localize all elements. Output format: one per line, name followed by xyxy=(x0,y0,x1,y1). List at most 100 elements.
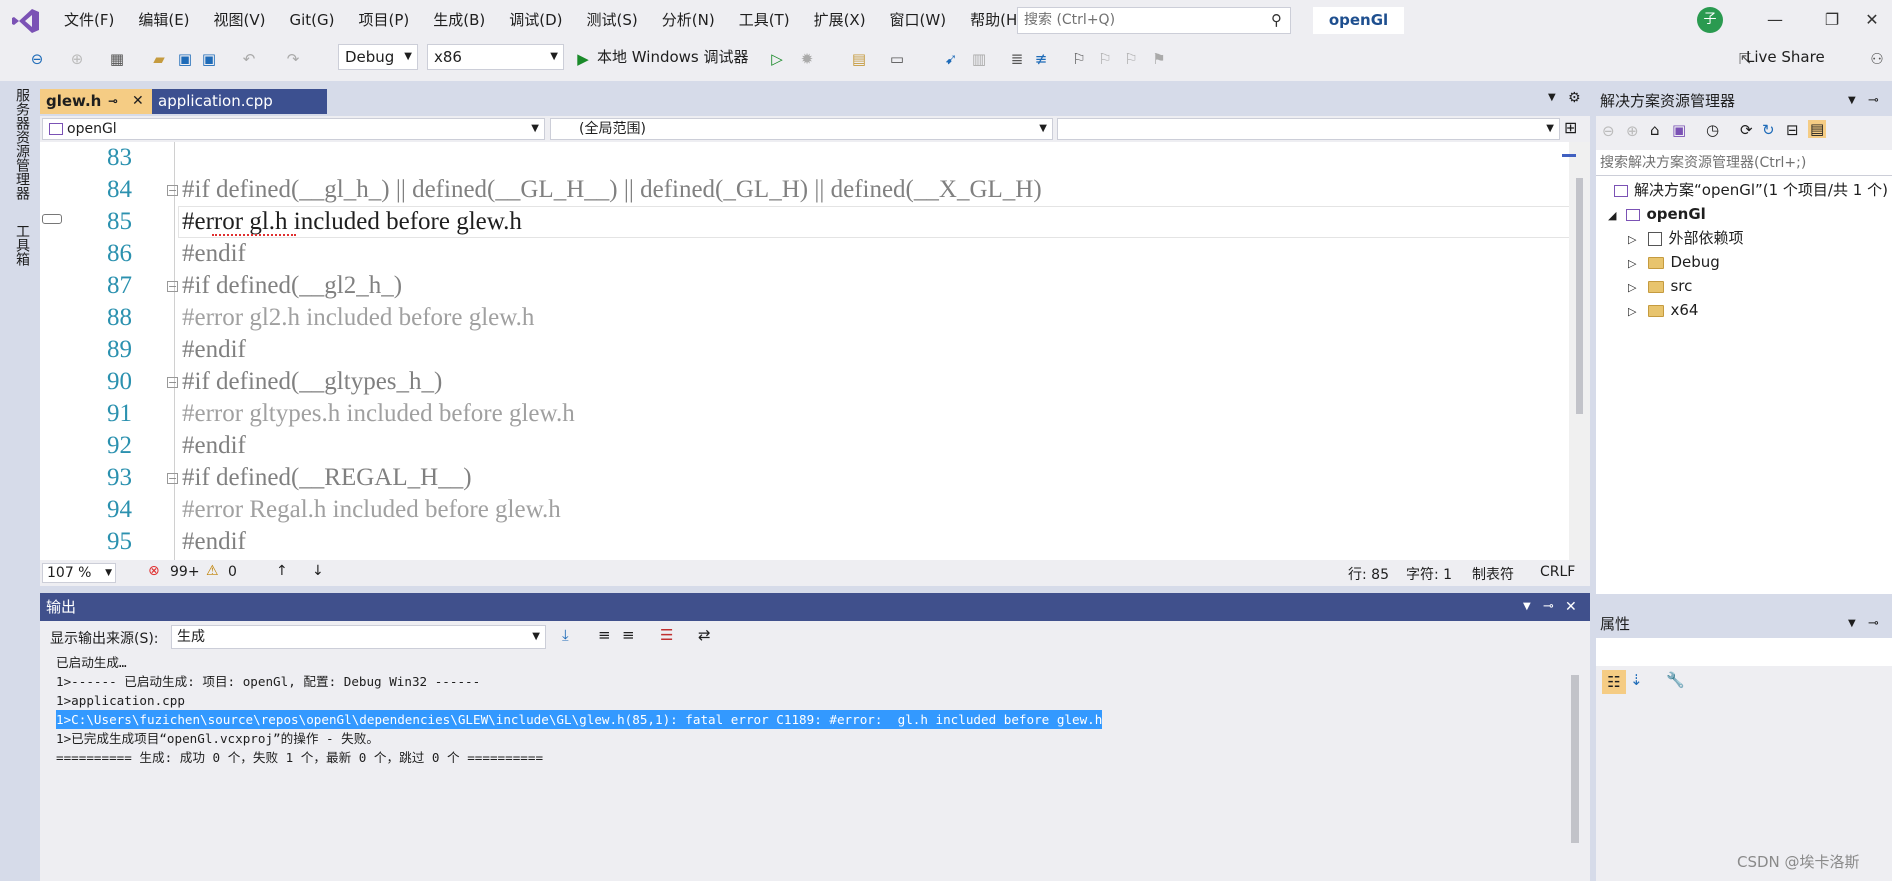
fold-toggle-icon[interactable]: − xyxy=(167,185,178,196)
error-count[interactable]: 99+ xyxy=(170,564,200,580)
chevron-down-icon[interactable]: ▼ xyxy=(1848,610,1856,638)
gear-icon[interactable]: ⚙ xyxy=(1568,90,1581,106)
collapsed-arrow-icon[interactable]: ▷ xyxy=(1628,233,1636,246)
menu-view[interactable]: 视图(V) xyxy=(202,0,278,40)
pin-icon[interactable]: ⊸ xyxy=(1868,88,1879,114)
split-editor-icon[interactable]: ⊞ xyxy=(1564,118,1577,137)
toolbox-tab[interactable]: 工具箱 xyxy=(10,224,32,266)
menu-build[interactable]: 生成(B) xyxy=(421,0,497,40)
format-icon[interactable]: ▥ xyxy=(968,48,990,70)
collapsed-arrow-icon[interactable]: ▷ xyxy=(1628,305,1636,318)
menu-git[interactable]: Git(G) xyxy=(278,0,347,40)
uncomment-icon[interactable]: ≢ xyxy=(1030,48,1052,70)
bookmark-icon[interactable]: ⚐ xyxy=(1068,48,1090,70)
pin-icon[interactable]: ⊸ xyxy=(108,89,118,114)
output-text-area[interactable]: 已启动生成… 1>------ 已启动生成: 项目: openGl, 配置: D… xyxy=(40,653,1590,881)
alphabetical-icon[interactable]: ⇣ xyxy=(1630,671,1643,689)
comment-icon[interactable]: ≣ xyxy=(1006,48,1028,70)
output-line-selected[interactable]: 1>C:\Users\fuzichen\source\repos\openGl\… xyxy=(56,710,1103,729)
close-icon[interactable]: ✕ xyxy=(1565,593,1577,621)
start-debug-icon[interactable]: ▶ xyxy=(572,48,594,70)
close-tab-icon[interactable]: ✕ xyxy=(132,89,144,114)
cursor-icon[interactable]: ➹ xyxy=(940,48,962,70)
config-select[interactable]: Debug ▼ xyxy=(338,44,418,70)
warning-count[interactable]: 0 xyxy=(228,564,237,580)
find-message-icon[interactable]: ⤓ xyxy=(562,626,569,644)
next-message-icon[interactable]: ≡ xyxy=(622,626,635,644)
menu-window[interactable]: 窗口(W) xyxy=(878,0,959,40)
prev-message-icon[interactable]: ≡ xyxy=(598,626,611,644)
menu-extensions[interactable]: 扩展(X) xyxy=(802,0,878,40)
line-indicator[interactable]: 行: 85 xyxy=(1348,564,1389,584)
pending-changes-icon[interactable]: ◷ xyxy=(1706,121,1719,139)
code-editor[interactable]: 83 84 85 86 87 88 89 90 91 92 93 94 95 −… xyxy=(40,142,1570,560)
sync-icon[interactable]: ⟳ xyxy=(1740,121,1753,139)
forward-icon[interactable]: ⊕ xyxy=(1626,122,1639,140)
properties-object-select[interactable] xyxy=(1596,638,1892,666)
show-all-files-icon[interactable]: ▤ xyxy=(1808,120,1827,138)
platform-select[interactable]: x86 ▼ xyxy=(427,44,564,70)
tree-item-src[interactable]: ▷ src xyxy=(1628,274,1692,300)
clear-bookmarks-icon[interactable]: ⚑ xyxy=(1148,48,1170,70)
tree-item-project[interactable]: ◢ openGl xyxy=(1608,202,1706,228)
forward-icon[interactable]: ⊕ xyxy=(66,48,88,70)
fold-toggle-icon[interactable]: − xyxy=(167,377,178,388)
collapsed-arrow-icon[interactable]: ▷ xyxy=(1628,257,1636,270)
undo-icon[interactable]: ↶ xyxy=(238,48,260,70)
tree-item-external-deps[interactable]: ▷ 外部依赖项 xyxy=(1628,226,1743,252)
redo-icon[interactable]: ↷ xyxy=(282,48,304,70)
output-scrollbar[interactable] xyxy=(1568,657,1582,847)
save-all-icon[interactable]: ▣ xyxy=(198,48,220,70)
new-project-icon[interactable]: ▦ xyxy=(106,48,128,70)
restore-icon[interactable]: ❐ xyxy=(1812,6,1852,34)
avatar[interactable]: 子 xyxy=(1697,7,1723,33)
menu-tools[interactable]: 工具(T) xyxy=(727,0,802,40)
menu-analyze[interactable]: 分析(N) xyxy=(650,0,727,40)
menu-test[interactable]: 测试(S) xyxy=(575,0,650,40)
start-without-debug-icon[interactable]: ▷ xyxy=(766,48,788,70)
tab-glew-h[interactable]: glew.h ⊸ ✕ xyxy=(40,89,152,114)
fold-toggle-icon[interactable]: − xyxy=(167,281,178,292)
property-pages-icon[interactable]: 🔧 xyxy=(1666,671,1685,689)
tab-list-chevron-icon[interactable]: ▼ xyxy=(1548,92,1556,103)
clear-all-icon[interactable]: ☰ xyxy=(660,626,673,644)
refresh-icon[interactable]: ↻ xyxy=(1762,121,1775,139)
search-input[interactable]: 搜索 (Ctrl+Q) ⚲ xyxy=(1017,7,1291,34)
pin-icon[interactable]: ⊸ xyxy=(1868,610,1879,638)
account-icon[interactable]: ⚇ xyxy=(1866,48,1888,70)
word-wrap-icon[interactable]: ⇄ xyxy=(698,626,711,644)
open-folder-icon[interactable]: ▰ xyxy=(148,48,170,70)
switch-views-icon[interactable]: ▣ xyxy=(1672,121,1686,139)
tabs-indicator[interactable]: 制表符 xyxy=(1472,564,1514,584)
output-source-select[interactable]: 生成 ▼ xyxy=(171,625,546,649)
expanded-arrow-icon[interactable]: ◢ xyxy=(1608,209,1616,222)
solution-search-input[interactable]: 搜索解决方案资源管理器(Ctrl+;) xyxy=(1596,150,1892,176)
previous-issue-icon[interactable]: ↑ xyxy=(276,563,288,579)
layout-icon[interactable]: ▭ xyxy=(886,48,908,70)
char-indicator[interactable]: 字符: 1 xyxy=(1406,564,1452,584)
next-issue-icon[interactable]: ↓ xyxy=(312,563,324,579)
prev-bookmark-icon[interactable]: ⚐ xyxy=(1094,48,1116,70)
close-icon[interactable]: ✕ xyxy=(1852,6,1892,34)
collapsed-arrow-icon[interactable]: ▷ xyxy=(1628,281,1636,294)
home-icon[interactable]: ⌂ xyxy=(1650,121,1660,139)
browse-folder-icon[interactable]: ▤ xyxy=(848,48,870,70)
tab-application-cpp[interactable]: application.cpp xyxy=(152,89,327,114)
minimize-icon[interactable]: — xyxy=(1755,6,1795,34)
menu-project[interactable]: 项目(P) xyxy=(347,0,422,40)
fold-toggle-icon[interactable]: − xyxy=(167,473,178,484)
scrollbar-thumb[interactable] xyxy=(1571,675,1579,843)
eol-indicator[interactable]: CRLF xyxy=(1540,564,1575,580)
collapse-all-icon[interactable]: ⊟ xyxy=(1786,121,1799,139)
menu-edit[interactable]: 编辑(E) xyxy=(126,0,201,40)
chevron-down-icon[interactable]: ▼ xyxy=(1848,88,1856,114)
tree-item-x64[interactable]: ▷ x64 xyxy=(1628,298,1698,324)
back-icon[interactable]: ⊖ xyxy=(26,48,48,70)
back-icon[interactable]: ⊖ xyxy=(1602,122,1615,140)
run-debugger-button[interactable]: 本地 Windows 调试器 xyxy=(597,46,749,67)
member-nav-select[interactable]: ▼ xyxy=(1057,118,1560,140)
next-bookmark-icon[interactable]: ⚐ xyxy=(1120,48,1142,70)
chevron-down-icon[interactable]: ▼ xyxy=(1523,593,1531,621)
tree-item-debug[interactable]: ▷ Debug xyxy=(1628,250,1720,276)
scrollbar-thumb[interactable] xyxy=(1576,178,1583,414)
